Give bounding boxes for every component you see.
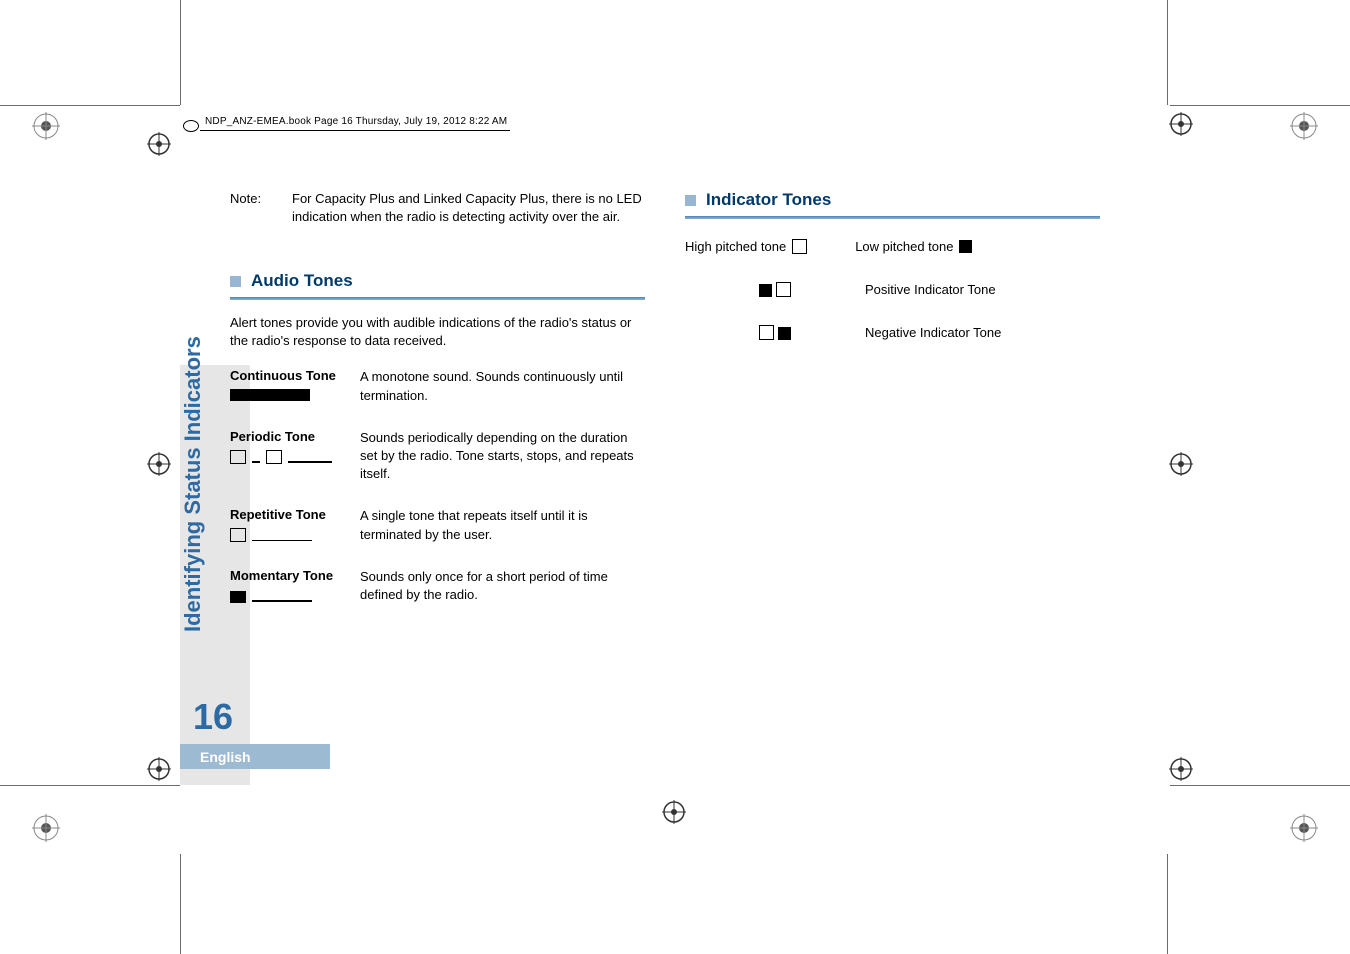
section-title-audio: Audio Tones (230, 271, 645, 291)
tone-waveform-periodic-icon (230, 450, 340, 464)
indicator-row-negative: Negative Indicator Tone (685, 325, 1100, 340)
positive-tone-pattern-icon (685, 282, 865, 297)
section-divider (685, 216, 1100, 219)
section-title-text: Indicator Tones (706, 190, 831, 210)
tone-description: A single tone that repeats itself until … (360, 507, 645, 543)
tone-row-continuous: Continuous Tone A monotone sound. Sounds… (230, 368, 645, 404)
registration-mark-icon (1167, 110, 1195, 138)
registration-mark-icon (1290, 112, 1318, 140)
tone-waveform-continuous-icon (230, 389, 340, 403)
registration-mark-icon (1167, 450, 1195, 478)
legend-label-high: High pitched tone (685, 239, 786, 254)
tone-legend: High pitched tone Low pitched tone (685, 239, 1100, 254)
header-ornament-icon (183, 120, 199, 132)
tone-description: A monotone sound. Sounds continuously un… (360, 368, 645, 404)
tone-name: Momentary Tone (230, 568, 360, 583)
page-number: 16 (193, 696, 233, 738)
tone-row-periodic: Periodic Tone Sounds periodically depend… (230, 429, 645, 484)
registration-mark-icon (145, 450, 173, 478)
tone-description: Sounds only once for a short period of t… (360, 568, 645, 604)
section-title-indicator: Indicator Tones (685, 190, 1100, 210)
sidebar-section-title: Identifying Status Indicators (180, 332, 206, 632)
page-header-text: NDP_ANZ-EMEA.book Page 16 Thursday, July… (205, 116, 507, 127)
tone-waveform-momentary-icon (230, 589, 340, 603)
indicator-label: Positive Indicator Tone (865, 282, 996, 297)
legend-item-low: Low pitched tone (855, 239, 972, 254)
legend-label-low: Low pitched tone (855, 239, 953, 254)
registration-mark-icon (1290, 814, 1318, 842)
audio-intro-paragraph: Alert tones provide you with audible ind… (230, 314, 645, 350)
section-title-text: Audio Tones (251, 271, 353, 291)
indicator-label: Negative Indicator Tone (865, 325, 1001, 340)
registration-mark-icon (1167, 755, 1195, 783)
tone-row-momentary: Momentary Tone Sounds only once for a sh… (230, 568, 645, 604)
section-bullet-icon (685, 195, 696, 206)
registration-mark-icon (32, 814, 60, 842)
indicator-row-positive: Positive Indicator Tone (685, 282, 1100, 297)
tone-name: Repetitive Tone (230, 507, 360, 522)
registration-mark-icon (145, 755, 173, 783)
low-pitched-icon (959, 240, 972, 253)
negative-tone-pattern-icon (685, 325, 865, 340)
high-pitched-icon (792, 239, 807, 254)
section-bullet-icon (230, 276, 241, 287)
registration-mark-icon (32, 112, 60, 140)
note-label: Note: (230, 190, 292, 225)
note-block: Note: For Capacity Plus and Linked Capac… (230, 190, 645, 225)
tone-name: Continuous Tone (230, 368, 360, 383)
tone-description: Sounds periodically depending on the dur… (360, 429, 645, 484)
language-text: English (200, 749, 251, 765)
tone-name: Periodic Tone (230, 429, 360, 444)
note-body: For Capacity Plus and Linked Capacity Pl… (292, 190, 645, 225)
tone-waveform-repetitive-icon (230, 528, 340, 542)
section-divider (230, 297, 645, 300)
registration-mark-icon (660, 798, 688, 826)
legend-item-high: High pitched tone (685, 239, 807, 254)
header-rule (200, 130, 510, 131)
tone-row-repetitive: Repetitive Tone A single tone that repea… (230, 507, 645, 543)
registration-mark-icon (145, 130, 173, 158)
language-label: English (180, 744, 330, 769)
